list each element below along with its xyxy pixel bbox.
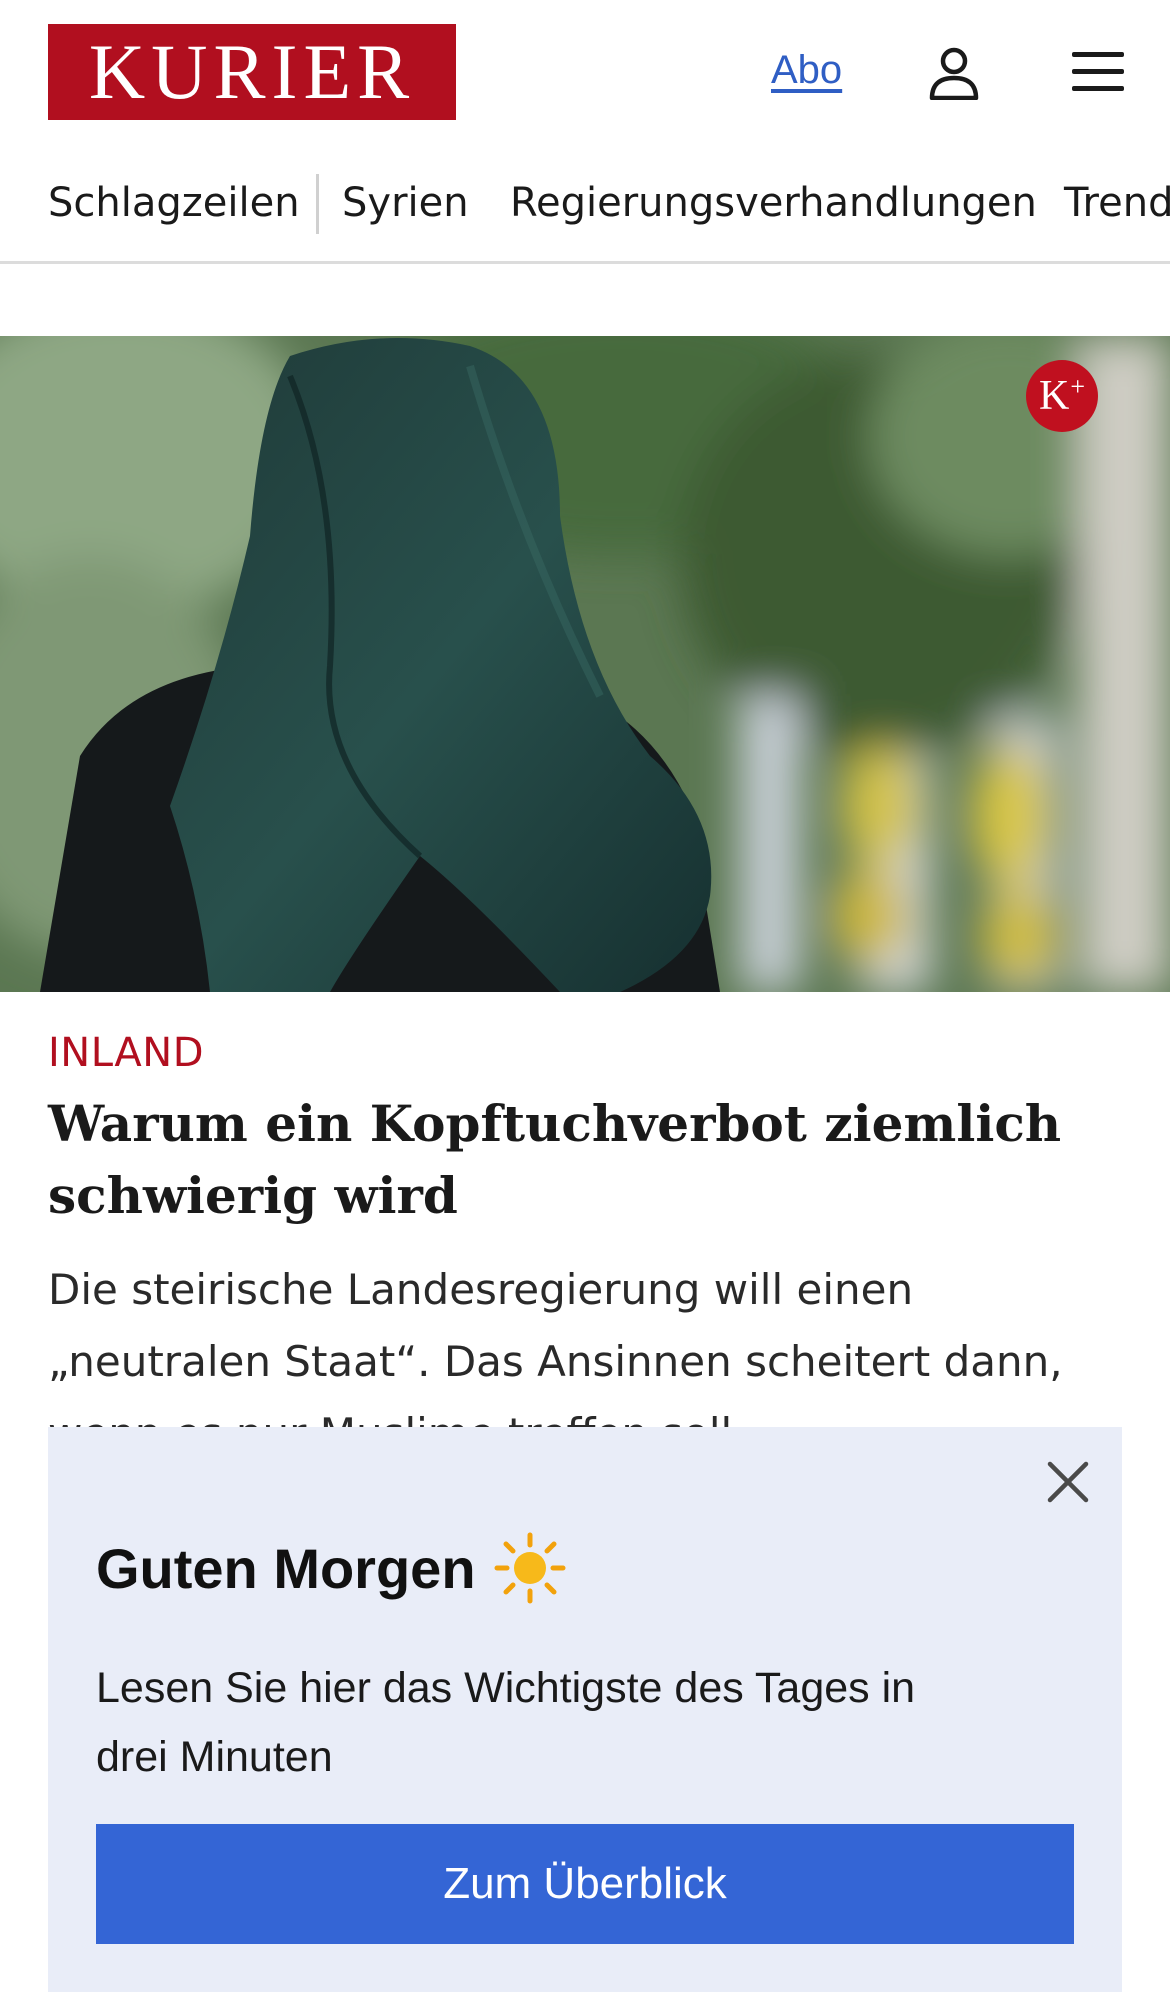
kplus-premium-badge: K +: [1026, 360, 1098, 432]
nav-item-regierungsverhandlungen[interactable]: Regierungsverhandlungen: [510, 180, 1037, 226]
logo-text: KURIER: [88, 28, 416, 115]
nav-item-trend[interactable]: Trend: [1064, 180, 1170, 226]
kurier-logo[interactable]: KURIER: [48, 24, 456, 120]
sun-icon: [494, 1532, 566, 1604]
popup-title: Guten Morgen: [96, 1532, 566, 1604]
nav-item-schlagzeilen[interactable]: Schlagzeilen: [48, 180, 300, 226]
article-teaser: Die steirische Landesregierung will eine…: [48, 1265, 1063, 1434]
close-icon[interactable]: [1046, 1460, 1090, 1504]
article-category[interactable]: INLAND: [48, 1030, 204, 1076]
popup-description: Lesen Sie hier das Wichtigste des Tages …: [96, 1664, 916, 1781]
hero-image[interactable]: [0, 336, 1170, 992]
site-header: KURIER Abo: [0, 0, 1170, 144]
nav-item-syrien[interactable]: Syrien: [342, 180, 469, 226]
user-icon[interactable]: [928, 46, 980, 101]
category-nav: Schlagzeilen Syrien Regierungsverhandlun…: [0, 160, 1170, 264]
hamburger-menu-icon[interactable]: [1072, 50, 1124, 94]
article-headline[interactable]: Warum ein Kopftuchverbot ziemlich schwie…: [48, 1088, 1108, 1232]
zum-ueberblick-button[interactable]: Zum Überblick: [96, 1824, 1074, 1944]
nav-divider: [316, 174, 319, 234]
abo-link[interactable]: Abo: [771, 48, 842, 93]
